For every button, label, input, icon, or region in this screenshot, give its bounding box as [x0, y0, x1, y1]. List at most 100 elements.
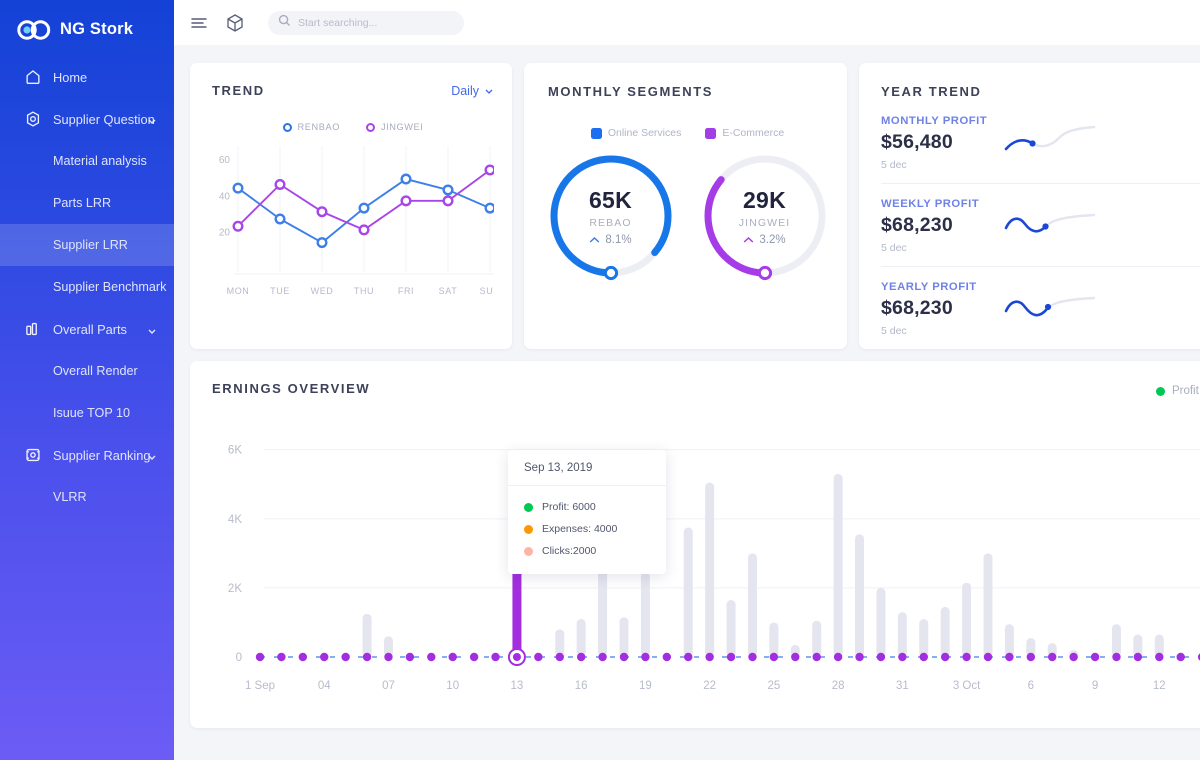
gauge-rebao[interactable]: 65K REBAO 8.1% — [544, 149, 678, 283]
svg-text:20: 20 — [219, 228, 231, 239]
sidebar-item-overall-parts[interactable]: Overall Parts — [0, 308, 174, 350]
sidebar-item-label: Parts LRR — [53, 196, 111, 210]
legend-marker-icon — [283, 123, 292, 132]
arrow-up-icon — [743, 236, 754, 244]
svg-text:WED: WED — [311, 286, 334, 296]
gauge-name: REBAO — [589, 217, 631, 229]
svg-text:12: 12 — [1153, 680, 1166, 692]
sparkline-icon — [1004, 206, 1096, 240]
hamburger-icon[interactable] — [188, 12, 210, 34]
trend-header: TREND Daily — [212, 83, 494, 98]
sparkline-icon — [1004, 123, 1096, 157]
sidebar-item-label: Overall Parts — [53, 322, 127, 337]
monthly-segments-card: MONTHLY SEGMENTS Online Services E-Comme… — [524, 63, 847, 349]
svg-text:6K: 6K — [228, 445, 242, 457]
svg-text:07: 07 — [382, 680, 395, 692]
sidebar-item-issue-top-10[interactable]: Isuue TOP 10 — [0, 392, 174, 434]
sidebar-item-label: Supplier LRR — [53, 238, 128, 252]
sidebar-item-supplier-benchmark[interactable]: Supplier Benchmark — [0, 266, 174, 308]
chevron-down-icon[interactable] — [147, 324, 157, 334]
svg-text:9: 9 — [1092, 680, 1098, 692]
gauge-value: 29K — [743, 187, 786, 214]
legend-item-profit[interactable]: Profit — [1156, 385, 1199, 397]
earnings-legend: Profit Expenses Clicks — [1156, 385, 1200, 397]
sidebar-item-overall-render[interactable]: Overall Render — [0, 350, 174, 392]
trend-card: TREND Daily RENBAO JINGWE — [190, 63, 512, 349]
bar-chart-icon — [24, 320, 42, 338]
sidebar-item-supplier-ranking[interactable]: Supplier Ranking — [0, 434, 174, 476]
tooltip-row-label: Expenses: 4000 — [542, 523, 617, 535]
search-input[interactable] — [298, 17, 454, 29]
brand[interactable]: NG Stork — [0, 0, 174, 46]
trend-period-dropdown[interactable]: Daily — [451, 84, 494, 98]
sidebar-item-material-analysis[interactable]: Material analysis — [0, 140, 174, 182]
year-trend-row-monthly[interactable]: MONTHLY PROFIT $56,480 5 dec TREND — [881, 101, 1200, 184]
svg-text:2K: 2K — [228, 583, 242, 595]
gauge-delta-value: 3.2% — [759, 234, 785, 246]
svg-text:TUE: TUE — [270, 286, 290, 296]
svg-text:10: 10 — [446, 680, 459, 692]
svg-text:13: 13 — [511, 680, 524, 692]
cube-3d-icon[interactable] — [224, 12, 246, 34]
tooltip-row-clicks: Clicks:2000 — [524, 540, 666, 562]
sidebar-item-label: Supplier Ranking — [53, 448, 150, 463]
legend-item-online-services[interactable]: Online Services — [591, 127, 682, 139]
legend-item-renbao[interactable]: RENBAO — [283, 122, 340, 132]
legend-label: Profit — [1172, 385, 1199, 397]
sidebar-item-parts-lrr[interactable]: Parts LRR — [0, 182, 174, 224]
svg-text:4K: 4K — [228, 514, 242, 526]
svg-text:60: 60 — [219, 155, 231, 166]
sidebar-item-label: Material analysis — [53, 154, 147, 168]
gauge-name: JINGWEI — [739, 217, 790, 229]
legend-label: JINGWEI — [381, 122, 423, 132]
sidebar-item-label: Isuue TOP 10 — [53, 406, 130, 420]
search-box[interactable] — [268, 11, 464, 35]
monthly-segments-title: MONTHLY SEGMENTS — [548, 84, 713, 99]
sidebar-item-vlrr[interactable]: VLRR — [0, 476, 174, 518]
sidebar-item-supplier-question[interactable]: Supplier Question — [0, 98, 174, 140]
svg-text:31: 31 — [896, 680, 909, 692]
sidebar-item-label: Supplier Benchmark — [53, 280, 166, 294]
gauge-jingwei[interactable]: 29K JINGWEI 3.2% — [698, 149, 832, 283]
legend-label: Online Services — [608, 127, 682, 139]
topbar: 3 — [174, 0, 1200, 45]
svg-text:16: 16 — [575, 680, 588, 692]
trend-title: TREND — [212, 83, 265, 98]
svg-text:0: 0 — [236, 652, 242, 664]
earnings-chart-wrap: 6K4K2K01 Sep040710131619222528313 Oct691… — [212, 401, 1200, 701]
chevron-down-icon[interactable] — [147, 114, 157, 124]
legend-marker-icon — [366, 123, 375, 132]
earnings-overview-card: ERNINGS OVERVIEW Profit Expenses Clic — [190, 361, 1200, 728]
legend-item-e-commerce[interactable]: E-Commerce — [705, 127, 784, 139]
legend-item-jingwei[interactable]: JINGWEI — [366, 122, 423, 132]
chevron-down-icon[interactable] — [147, 450, 157, 460]
svg-text:22: 22 — [703, 680, 716, 692]
gear-hex-icon — [24, 110, 42, 128]
sidebar-item-supplier-lrr[interactable]: Supplier LRR — [0, 224, 174, 266]
main-area: 3 — [174, 0, 1200, 760]
year-trend-card: YEAR TREND MONTHLY PROFIT $56,480 5 dec — [859, 63, 1200, 349]
year-trend-row-yearly[interactable]: YEARLY PROFIT $68,230 5 dec TREND — [881, 267, 1200, 349]
gauge-value: 65K — [589, 187, 632, 214]
sidebar-item-home[interactable]: Home — [0, 56, 174, 98]
legend-swatch-icon — [705, 128, 716, 139]
sidebar-item-label: Home — [53, 70, 87, 85]
sidebar-item-label: VLRR — [53, 490, 87, 504]
trend-legend: RENBAO JINGWEI — [212, 122, 494, 132]
svg-text:MON: MON — [227, 286, 250, 296]
arrow-up-icon — [589, 236, 600, 244]
tooltip-row-label: Profit: 6000 — [542, 501, 596, 513]
dashboard-root: NG Stork Home Supplier Question — [0, 0, 1200, 760]
row-date: 5 dec — [881, 242, 1200, 254]
year-trend-row-weekly[interactable]: WEEKLY PROFIT $68,230 5 dec TREND — [881, 184, 1200, 267]
svg-text:SUN: SUN — [480, 286, 494, 296]
tooltip-row-expenses: Expenses: 4000 — [524, 518, 666, 540]
svg-text:6: 6 — [1028, 680, 1034, 692]
svg-text:THU: THU — [354, 286, 374, 296]
svg-text:28: 28 — [832, 680, 845, 692]
gauges: 65K REBAO 8.1% 29K — [548, 149, 827, 283]
chart-tooltip: Sep 13, 2019 Profit: 6000 Expenses: 4000 — [508, 450, 666, 574]
gauge-delta-value: 8.1% — [605, 234, 631, 246]
gauge-delta: 8.1% — [589, 234, 631, 246]
earnings-title: ERNINGS OVERVIEW — [212, 381, 370, 396]
